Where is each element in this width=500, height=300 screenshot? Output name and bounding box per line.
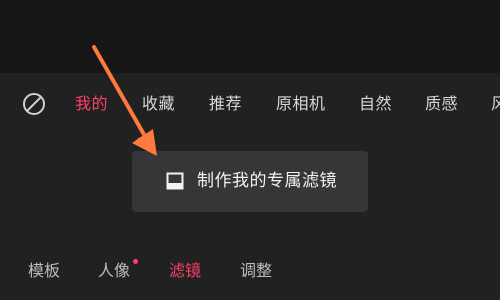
tab-filters[interactable]: 滤镜 — [169, 260, 201, 282]
preview-area — [0, 0, 500, 73]
no-filter-icon[interactable] — [22, 92, 46, 116]
category-favorites[interactable]: 收藏 — [142, 93, 175, 115]
category-texture[interactable]: 质感 — [425, 93, 458, 115]
category-style[interactable]: 风 — [491, 93, 500, 115]
category-recommended[interactable]: 推荐 — [209, 93, 242, 115]
square-frame-icon — [166, 172, 184, 190]
category-mine[interactable]: 我的 — [75, 93, 108, 115]
tab-portrait[interactable]: 人像 — [98, 259, 139, 282]
notification-dot — [133, 259, 139, 264]
bottom-tab-bar: 模板 人像 滤镜 调整 — [0, 258, 500, 288]
tab-adjust[interactable]: 调整 — [240, 260, 272, 282]
tab-templates[interactable]: 模板 — [28, 260, 60, 282]
make-custom-filter-label: 制作我的专属滤镜 — [197, 171, 337, 191]
filter-category-row: 我的 收藏 推荐 原相机 自然 质感 风 — [0, 88, 500, 120]
category-original-camera[interactable]: 原相机 — [276, 93, 326, 115]
tab-portrait-label: 人像 — [98, 261, 131, 280]
category-natural[interactable]: 自然 — [359, 93, 392, 115]
make-custom-filter-button[interactable]: 制作我的专属滤镜 — [132, 151, 368, 212]
